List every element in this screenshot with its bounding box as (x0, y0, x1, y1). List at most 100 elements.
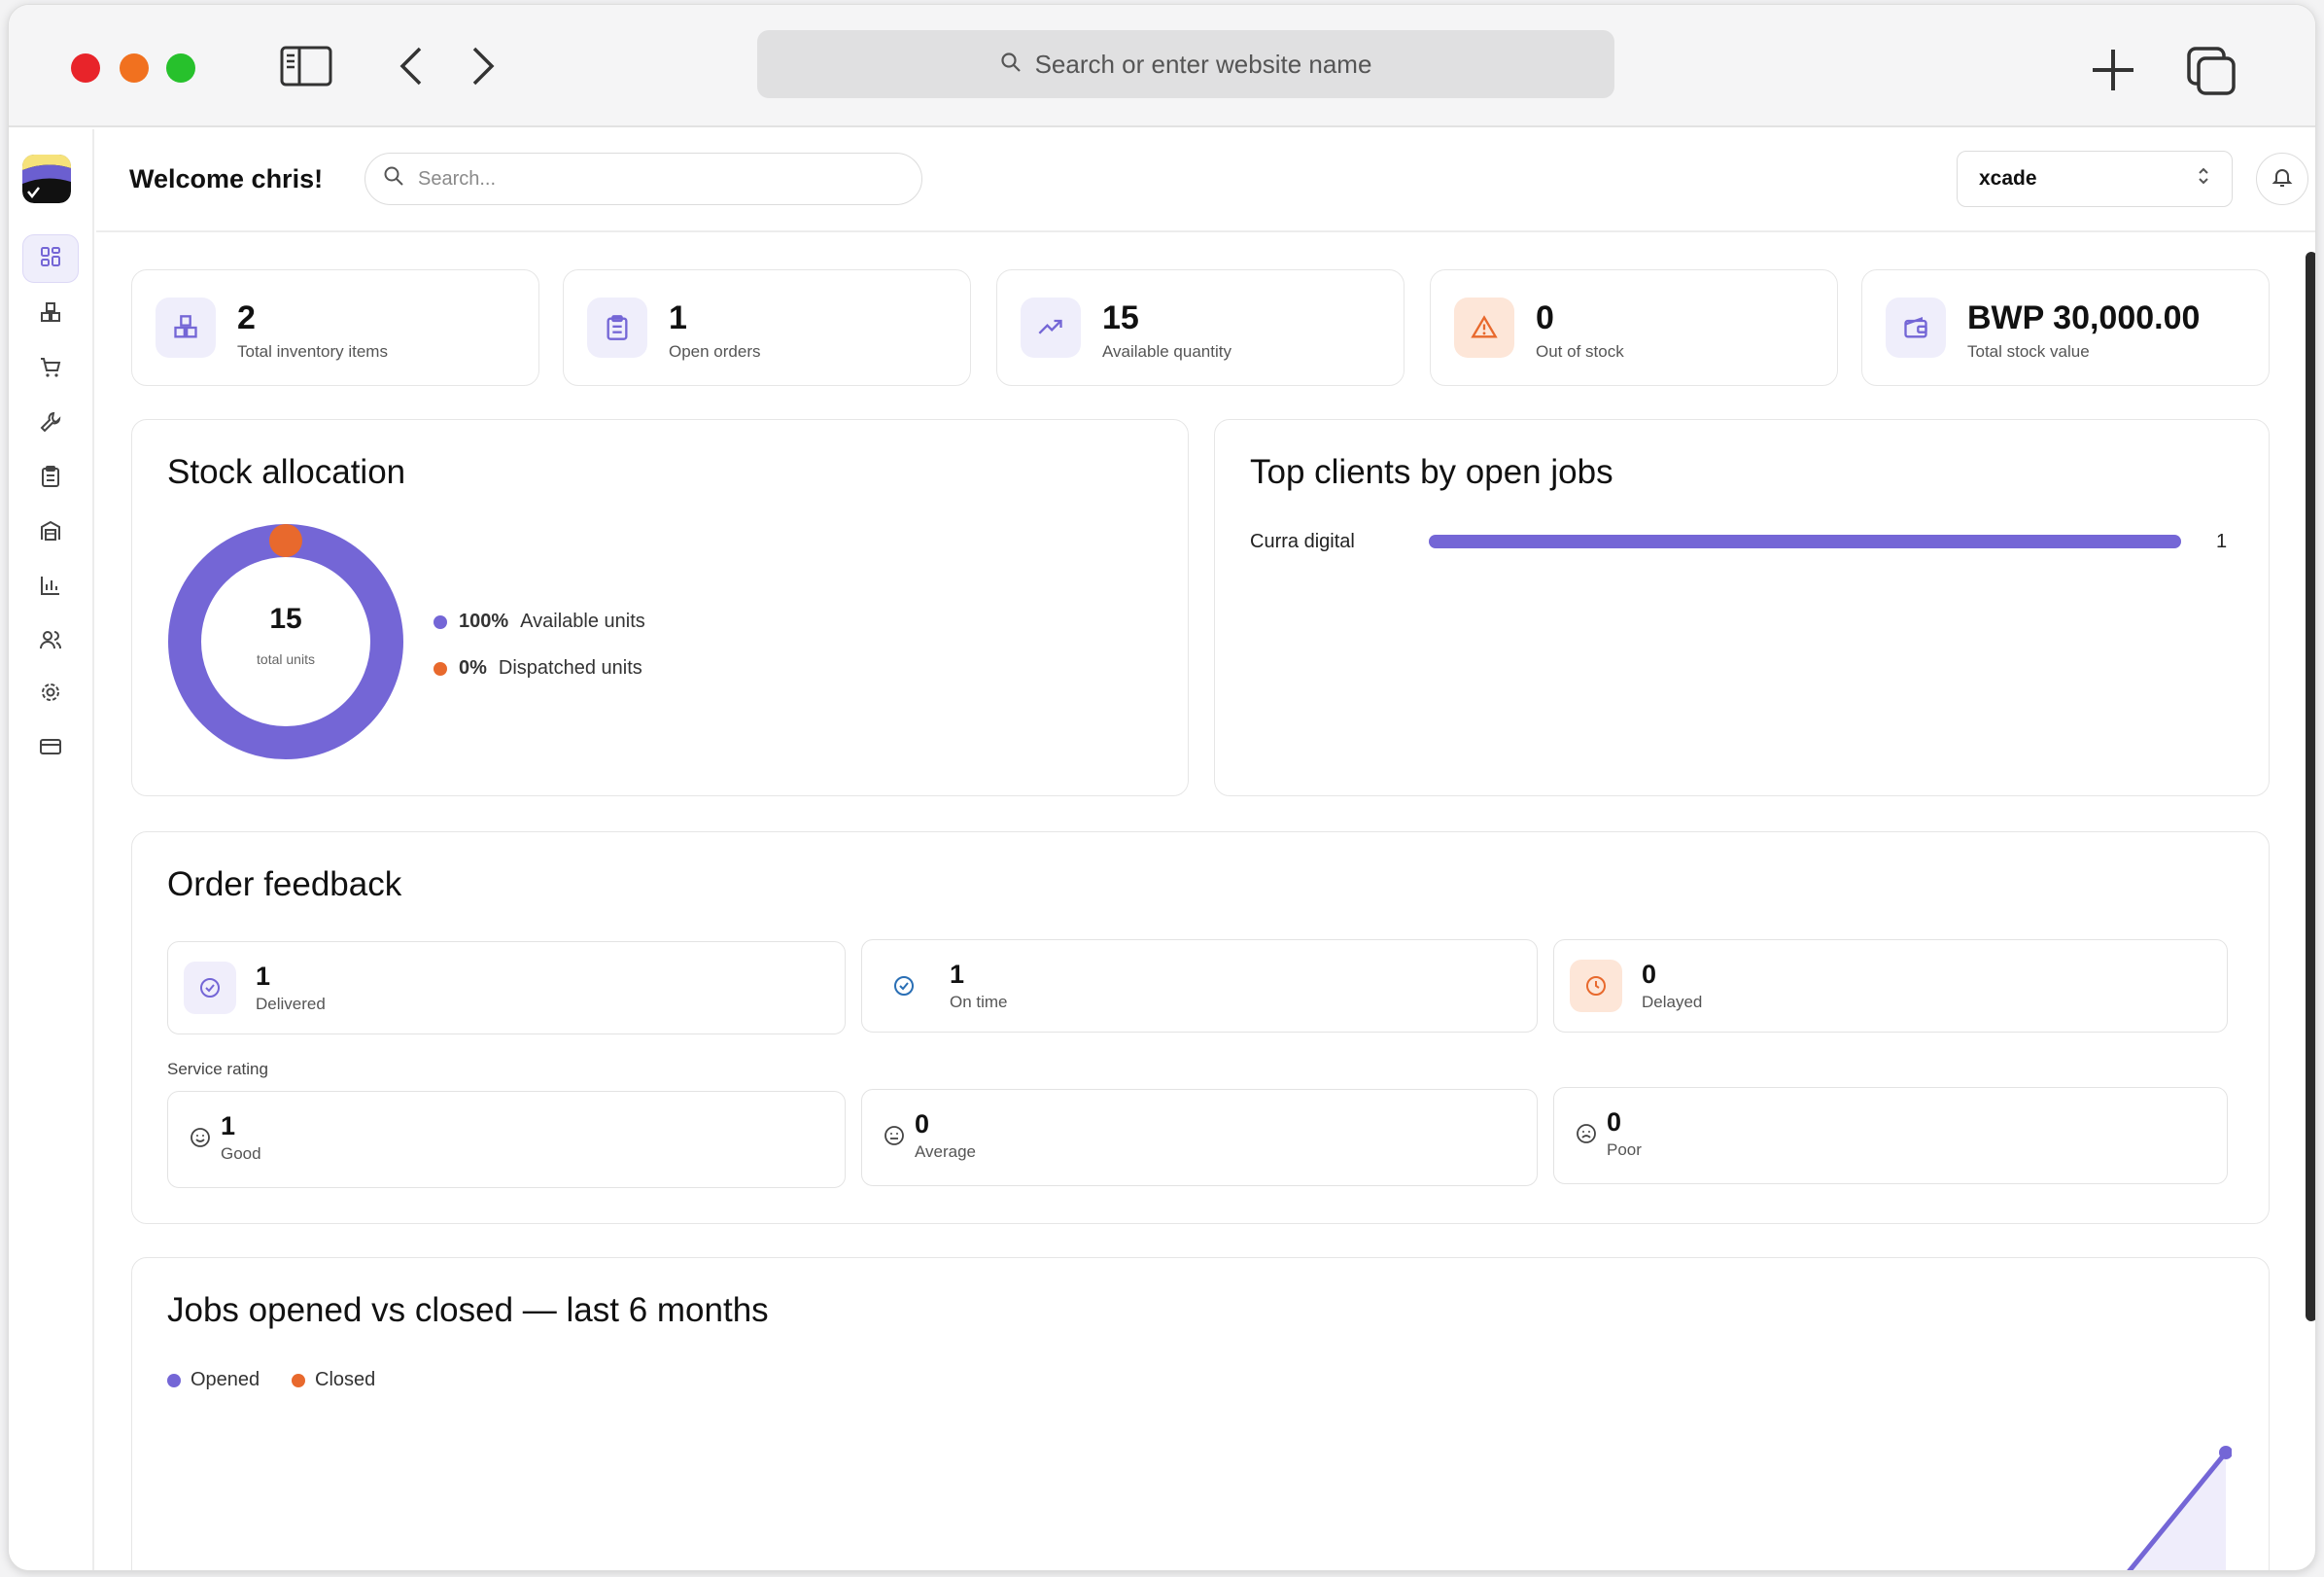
sidebar-item-settings[interactable] (22, 670, 79, 718)
boxes-icon (39, 301, 62, 330)
address-bar-placeholder: Search or enter website name (1034, 49, 1372, 79)
legend-label: Opened (191, 1369, 260, 1390)
wrench-icon (39, 410, 62, 438)
service-rating-label: Service rating (167, 1060, 268, 1078)
sidebar-item-dashboard[interactable] (22, 234, 79, 283)
stat-label: Available quantity (1102, 342, 1231, 361)
legend-dot (292, 1373, 305, 1387)
sidebar-item-warehouse[interactable] (22, 508, 79, 557)
building-icon (39, 519, 62, 547)
order-feedback-title: Order feedback (167, 865, 402, 903)
stat-label: Out of stock (1536, 342, 1624, 361)
clock-icon (1570, 960, 1622, 1012)
stat-card-total-inventory-items: 2 Total inventory items (131, 269, 539, 386)
feedback-delivered: 1 Delivered (167, 941, 846, 1034)
welcome-message: Welcome chris! (129, 164, 324, 193)
notifications-button[interactable] (2256, 153, 2308, 205)
back-icon[interactable] (392, 44, 431, 88)
legend-closed: Closed (292, 1369, 375, 1391)
clipboard-icon (39, 465, 62, 493)
wallet-icon (1886, 298, 1946, 358)
search-input[interactable] (418, 167, 885, 191)
legend-label: Closed (315, 1369, 376, 1390)
search-icon (1000, 50, 1022, 80)
client-bar-fill (1429, 535, 2181, 548)
search-icon (383, 165, 404, 193)
legend-label: Available units (520, 611, 645, 632)
sidebar-item-jobs[interactable] (22, 400, 79, 448)
scrollbar-thumb[interactable] (2306, 252, 2315, 1321)
rating-average: 0 Average (861, 1089, 1538, 1186)
jobs-chart-card: Jobs opened vs closed — last 6 months Op… (131, 1257, 2270, 1570)
rating-good: 1 Good (167, 1091, 846, 1188)
feedback-value: 1 (256, 962, 271, 991)
top-clients-title: Top clients by open jobs (1250, 453, 1613, 491)
bell-icon (2271, 165, 2294, 193)
rating-label: Good (221, 1144, 261, 1163)
app-search[interactable] (364, 153, 922, 205)
smile-icon (174, 1111, 226, 1164)
check-circle-icon (184, 962, 236, 1014)
jobs-chart-plot (2127, 1446, 2232, 1570)
page-scrollbar[interactable] (2306, 238, 2315, 1327)
bar-chart-icon (39, 574, 62, 602)
rating-poor: 0 Poor (1553, 1087, 2228, 1184)
minimize-window-button[interactable] (120, 53, 149, 83)
client-name: Curra digital (1250, 531, 1355, 552)
legend-pct: 0% (459, 657, 487, 679)
client-value: 1 (2216, 531, 2228, 552)
feedback-label: On time (950, 993, 1008, 1011)
cart-icon (39, 356, 62, 384)
trend-up-icon (1021, 298, 1081, 358)
feedback-value: 0 (1642, 960, 1657, 989)
credit-card-icon (39, 735, 62, 763)
chevron-up-down-icon (2197, 165, 2210, 193)
forward-icon[interactable] (464, 44, 503, 88)
rating-value: 0 (915, 1109, 930, 1139)
donut-total-value: 15 (269, 603, 302, 635)
sidebar-item-inventory[interactable] (22, 291, 79, 339)
legend-opened: Opened (167, 1369, 260, 1391)
stat-card-open-orders: 1 Open orders (563, 269, 971, 386)
browser-window: Search or enter website name Welcome chr… (8, 4, 2316, 1571)
rating-label: Average (915, 1142, 977, 1161)
legend-label: Dispatched units (498, 657, 642, 679)
jobs-chart-title: Jobs opened vs closed — last 6 months (167, 1291, 769, 1329)
app-sidebar (9, 129, 94, 1570)
new-tab-icon[interactable] (2087, 44, 2139, 96)
donut-segment-dispatched (269, 524, 302, 557)
stat-value: 1 (669, 299, 687, 336)
app-logo[interactable] (22, 155, 71, 203)
sidebar-item-orders[interactable] (22, 345, 79, 394)
stock-allocation-title: Stock allocation (167, 453, 406, 491)
sidebar-item-clients[interactable] (22, 617, 79, 666)
order-feedback-card: Order feedback 1 Delivered 1 On time 0 D… (131, 831, 2270, 1224)
stat-label: Open orders (669, 342, 761, 361)
stat-label: Total stock value (1967, 342, 2090, 361)
organization-select[interactable]: xcade (1957, 151, 2233, 207)
maximize-window-button[interactable] (166, 53, 195, 83)
feedback-on-time: 1 On time (861, 939, 1538, 1033)
legend-pct: 100% (459, 611, 509, 632)
donut-segment-available (168, 524, 403, 759)
sidebar-item-reports[interactable] (22, 563, 79, 612)
stat-card-available-quantity: 15 Available quantity (996, 269, 1405, 386)
rating-value: 1 (221, 1111, 236, 1140)
legend-dot (434, 661, 447, 676)
sidebar-item-billing[interactable] (22, 724, 79, 773)
stat-card-total-stock-value: BWP 30,000.00 Total stock value (1861, 269, 2270, 386)
feedback-label: Delivered (256, 995, 326, 1013)
top-clients-card: Top clients by open jobs Curra digital 1 (1214, 419, 2270, 796)
legend-dot (167, 1373, 181, 1387)
sidebar-item-tasks[interactable] (22, 454, 79, 503)
tabs-overview-icon[interactable] (2184, 44, 2238, 98)
feedback-label: Delayed (1642, 993, 1703, 1011)
address-bar[interactable]: Search or enter website name (757, 30, 1614, 98)
organization-select-value: xcade (1979, 167, 2037, 190)
dashboard-icon (39, 245, 62, 273)
neutral-face-icon (868, 1109, 920, 1162)
close-window-button[interactable] (71, 53, 100, 83)
sidebar-toggle-icon[interactable] (279, 44, 333, 88)
stat-label: Total inventory items (237, 342, 388, 361)
legend-available: 100% Available units (434, 611, 645, 633)
